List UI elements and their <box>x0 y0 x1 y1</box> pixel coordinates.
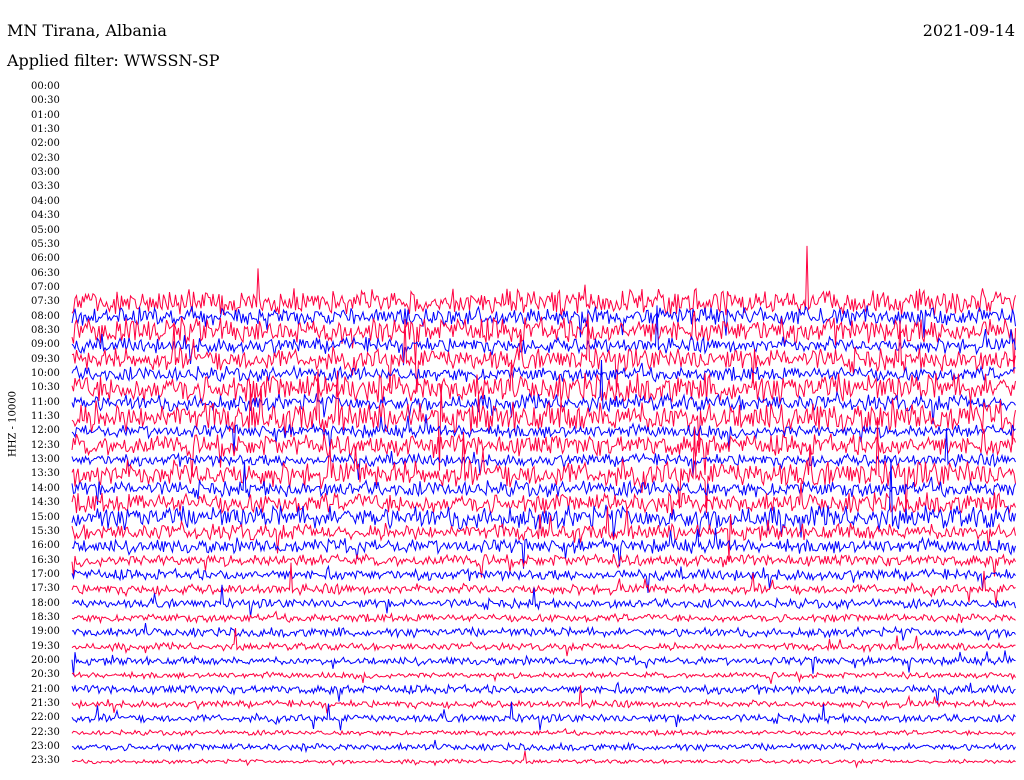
seismic-trace <box>71 685 1016 714</box>
seismic-trace <box>71 584 1016 617</box>
seismic-trace <box>71 681 1016 705</box>
seismic-trace <box>71 414 1016 453</box>
seismic-trace <box>71 670 1016 684</box>
seismic-trace <box>71 650 1016 676</box>
seismogram-plot <box>71 245 1016 769</box>
seismic-trace <box>71 727 1016 737</box>
seismic-trace <box>71 750 1016 769</box>
seismic-trace <box>71 245 1016 317</box>
seismic-trace <box>71 623 1016 641</box>
seismic-trace <box>71 739 1016 754</box>
seismic-trace <box>71 701 1016 731</box>
seismic-trace <box>71 362 1016 384</box>
seismic-trace <box>71 562 1016 605</box>
seismic-trace <box>71 610 1016 625</box>
